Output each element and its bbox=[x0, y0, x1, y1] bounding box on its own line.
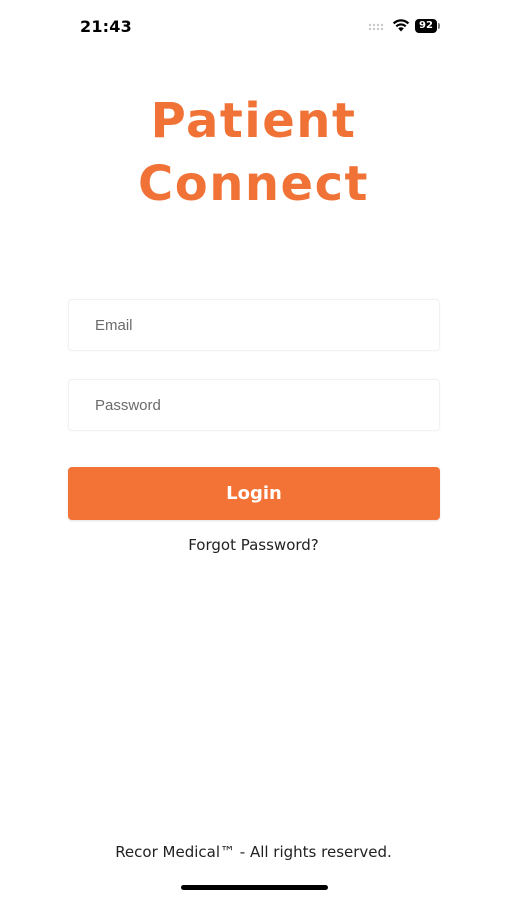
login-screen: 21:43 92 Patient Connect Login bbox=[0, 0, 507, 900]
email-field-container bbox=[68, 299, 440, 351]
wifi-icon bbox=[392, 19, 410, 32]
status-bar: 21:43 92 bbox=[0, 0, 507, 54]
battery-level: 92 bbox=[415, 19, 437, 33]
signal-icon bbox=[368, 23, 384, 31]
battery-icon: 92 bbox=[415, 19, 441, 33]
app-title-line2: Connect bbox=[138, 156, 369, 212]
password-input[interactable] bbox=[69, 380, 439, 430]
app-title: Patient Connect bbox=[0, 90, 507, 216]
email-input[interactable] bbox=[69, 300, 439, 350]
login-button[interactable]: Login bbox=[68, 467, 440, 520]
app-title-line1: Patient bbox=[150, 93, 357, 149]
battery-tip bbox=[438, 23, 440, 29]
status-time: 21:43 bbox=[80, 17, 132, 36]
footer-copyright: Recor Medical™ - All rights reserved. bbox=[115, 843, 392, 861]
forgot-password-link[interactable]: Forgot Password? bbox=[0, 536, 507, 554]
password-field-container bbox=[68, 379, 440, 431]
home-indicator[interactable] bbox=[181, 885, 328, 890]
